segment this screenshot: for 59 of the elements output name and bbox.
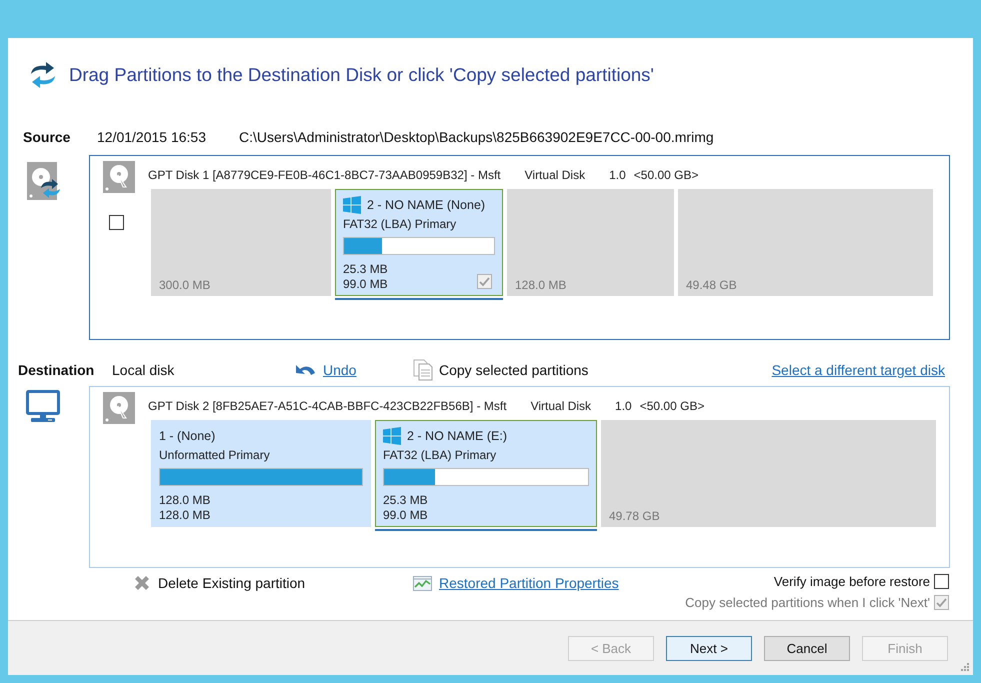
partition-properties-link[interactable]: Restored Partition Properties [439, 575, 619, 591]
resize-grip-icon[interactable] [958, 662, 970, 672]
unallocated-space[interactable]: 128.0 MB [507, 189, 674, 296]
windows-logo-icon [343, 196, 361, 214]
copy-partitions-label: Copy selected partitions [439, 362, 588, 378]
checkbox[interactable] [934, 574, 949, 589]
backup-date: 12/01/2015 16:53 [97, 129, 207, 145]
undo-icon [293, 363, 317, 377]
used-size: 128.0 MB [159, 493, 210, 508]
disk-version: 1.0 [615, 399, 632, 413]
destination-label: Destination [18, 362, 96, 378]
partition-title: 2 - NO NAME (E:) [407, 429, 508, 443]
wizard-button: < Back [568, 636, 654, 660]
total-size: 99.0 MB [343, 277, 388, 292]
delete-icon [133, 574, 151, 592]
disk-name: GPT Disk 1 [A8779CE9-FE0B-46C1-8BC7-73AAB0959B32] - Msft [148, 168, 501, 182]
disk-name: GPT Disk 2 [8FB25AE7-A51C-4CAB-BBFC-423CB22FB56B] - Msft [148, 399, 507, 413]
size-label: 49.78 GB [609, 509, 661, 523]
select-target-link[interactable]: Select a different target disk [772, 362, 945, 378]
chart-icon [413, 576, 432, 590]
option-label: Verify image before restore [774, 574, 930, 589]
wizard-button: Finish [862, 636, 948, 660]
disk-type: Virtual Disk [524, 168, 586, 182]
partition-title: 1 - (None) [159, 429, 216, 443]
checkbox[interactable] [109, 215, 124, 230]
disk-size: <50.00 GB> [634, 168, 698, 182]
used-size: 25.3 MB [343, 262, 388, 277]
target-label: Local disk [112, 362, 176, 378]
size-label: 300.0 MB [159, 278, 212, 292]
filesystem-label: FAT32 (LBA) Primary [343, 217, 458, 231]
unallocated-space[interactable]: 49.48 GB [678, 189, 933, 296]
partition-block[interactable]: 2 - NO NAME (E:) FAT32 (LBA) Primary 25.3 MB 99.0 MB [375, 420, 597, 527]
partition-title: 2 - NO NAME (None) [367, 198, 486, 212]
page-title: Drag Partitions to the Destination Disk or click 'Copy selected partitions' [69, 64, 654, 86]
unallocated-space[interactable]: 49.78 GB [601, 420, 936, 527]
disk-sync-icon [27, 162, 61, 200]
used-size: 25.3 MB [383, 493, 428, 508]
size-label: 128.0 MB [515, 278, 568, 292]
copy-icon [413, 359, 433, 381]
filesystem-label: FAT32 (LBA) Primary [383, 448, 498, 462]
delete-partition-label: Delete Existing partition [158, 575, 306, 591]
backup-path: C:\Users\Administrator\Desktop\Backups\825B663902E9E7CC-00-00.mrimg [239, 129, 714, 145]
unallocated-space[interactable]: 300.0 MB [151, 189, 331, 296]
source-label: Source [23, 129, 72, 145]
wizard-button[interactable]: Cancel [764, 636, 850, 660]
monitor-icon [26, 390, 60, 423]
disk-size: <50.00 GB> [640, 399, 704, 413]
size-label: 49.48 GB [686, 278, 738, 292]
total-size: 128.0 MB [159, 508, 210, 523]
total-size: 99.0 MB [383, 508, 428, 523]
partition-block[interactable]: 1 - (None) Unformatted Primary 128.0 MB 128.0 MB [151, 420, 371, 527]
filesystem-label: Unformatted Primary [159, 448, 271, 462]
undo-link[interactable]: Undo [323, 362, 356, 378]
wizard-button[interactable]: Next > [666, 636, 752, 660]
disk-type: Virtual Disk [530, 399, 592, 413]
partition-block[interactable]: 2 - NO NAME (None) FAT32 (LBA) Primary 25.3 MB 99.0 MB [335, 189, 503, 296]
windows-logo-icon [383, 427, 401, 445]
option-label: Copy selected partitions when I click 'Next' [685, 595, 930, 610]
disk-version: 1.0 [609, 168, 626, 182]
